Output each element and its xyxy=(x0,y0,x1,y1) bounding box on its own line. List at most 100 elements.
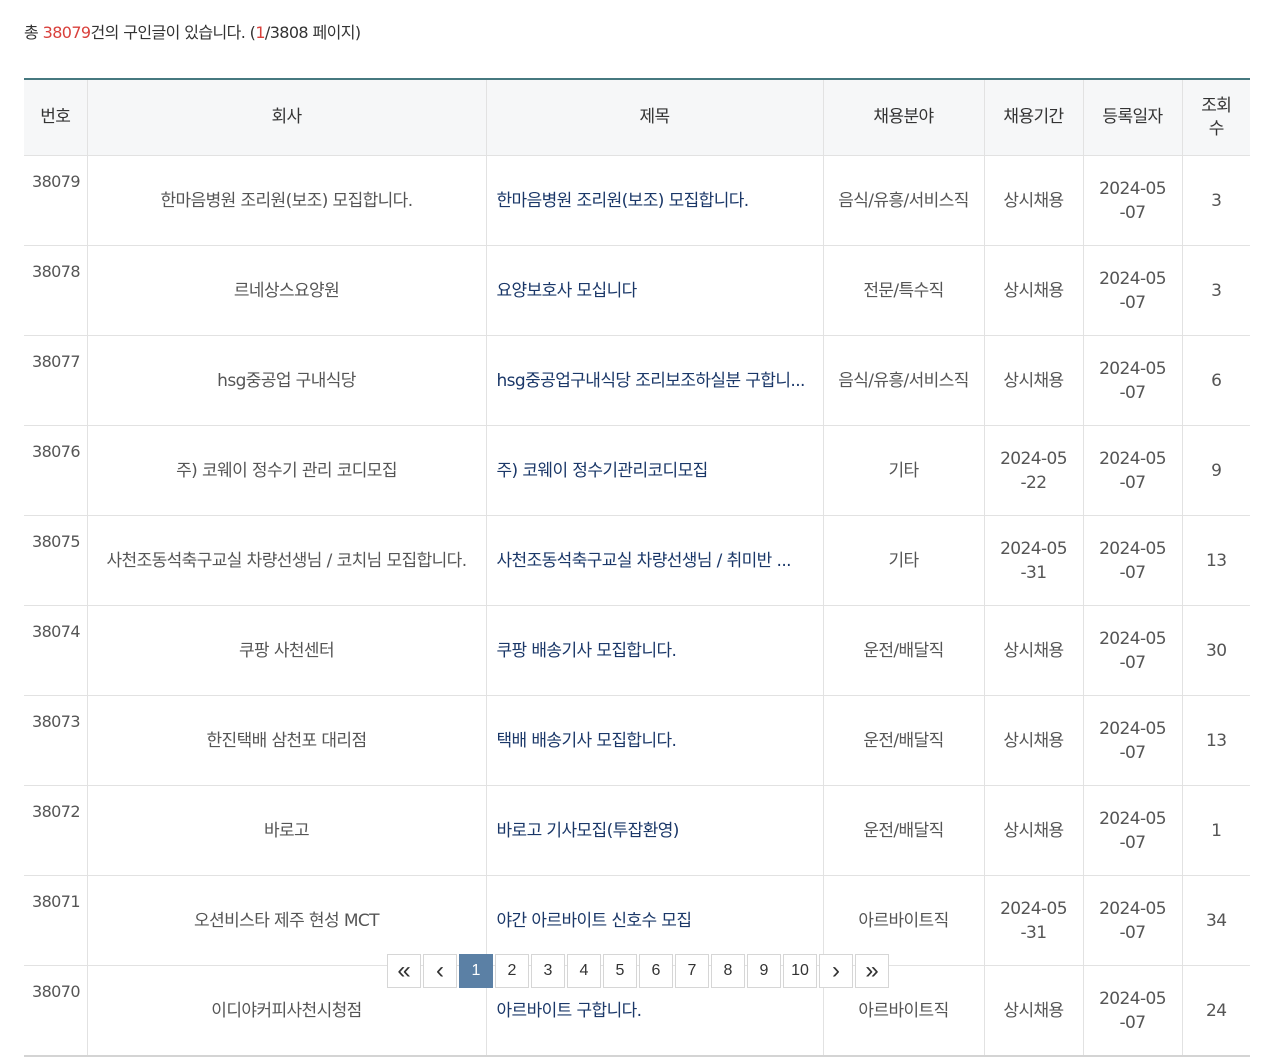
registered-date: 2024-05-07 xyxy=(1099,628,1166,673)
row-field: 운전/배달직 xyxy=(822,605,984,696)
company-name: hsg중공업 구내식당 xyxy=(217,370,356,391)
posting-title-link[interactable]: 야간 아르바이트 신호수 모집 xyxy=(497,909,815,933)
total-count: 38079 xyxy=(42,23,92,42)
row-number: 38076 xyxy=(24,425,87,516)
table-row: 38073 한진택배 삼천포 대리점 택배 배송기사 모집합니다. 운전/배달직… xyxy=(24,695,1250,786)
job-field: 운전/배달직 xyxy=(863,820,944,841)
job-field: 운전/배달직 xyxy=(863,640,944,661)
row-views: 13 xyxy=(1181,515,1250,606)
row-views: 30 xyxy=(1181,605,1250,696)
row-title: 한마음병원 조리원(보조) 모집합니다. xyxy=(485,155,823,246)
first-page-button[interactable]: « xyxy=(387,954,421,988)
page-button-4[interactable]: 4 xyxy=(567,954,601,988)
header-field: 채용분야 xyxy=(822,79,984,156)
hiring-period: 2024-05-22 xyxy=(1000,448,1067,493)
row-company: 쿠팡 사천센터 xyxy=(86,605,486,696)
row-views: 34 xyxy=(1181,875,1250,966)
company-name: 이디야커피사천시청점 xyxy=(211,1000,362,1021)
hiring-period: 상시채용 xyxy=(1003,1000,1064,1021)
page-button-7[interactable]: 7 xyxy=(675,954,709,988)
posting-title-link[interactable]: 사천조동석축구교실 차량선생님 / 취미반 ... xyxy=(497,549,815,573)
result-summary: 총 38079건의 구인글이 있습니다. (1/3808 페이지) xyxy=(24,20,361,46)
row-company: 바로고 xyxy=(86,785,486,876)
row-views: 1 xyxy=(1181,785,1250,876)
posting-title-link[interactable]: 택배 배송기사 모집합니다. xyxy=(497,729,815,753)
prev-page-button[interactable]: ‹ xyxy=(423,954,457,988)
last-page-button[interactable]: » xyxy=(855,954,889,988)
row-period: 2024-05-31 xyxy=(983,515,1083,606)
company-name: 한진택배 삼천포 대리점 xyxy=(206,730,367,751)
table-row: 38075 사천조동석축구교실 차량선생님 / 코치님 모집합니다. 사천조동석… xyxy=(24,515,1250,606)
row-number: 38072 xyxy=(24,785,87,876)
page-button-3[interactable]: 3 xyxy=(531,954,565,988)
row-period: 상시채용 xyxy=(983,605,1083,696)
row-title: 바로고 기사모집(투잡환영) xyxy=(485,785,823,876)
row-company: hsg중공업 구내식당 xyxy=(86,335,486,426)
posting-title-link[interactable]: 아르바이트 구합니다. xyxy=(497,999,815,1023)
pagination: « ‹ 1 2 3 4 5 6 7 8 9 10 › » xyxy=(387,954,891,988)
company-name: 르네상스요양원 xyxy=(233,280,340,301)
row-company: 한마음병원 조리원(보조) 모집합니다. xyxy=(86,155,486,246)
summary-suffix: /3808 페이지) xyxy=(264,23,361,42)
page-button-5[interactable]: 5 xyxy=(603,954,637,988)
page-button-6[interactable]: 6 xyxy=(639,954,673,988)
header-title: 제목 xyxy=(485,79,823,156)
posting-title-link[interactable]: 바로고 기사모집(투잡환영) xyxy=(497,819,815,843)
registered-date: 2024-05-07 xyxy=(1099,358,1166,403)
registered-date: 2024-05-07 xyxy=(1099,898,1166,943)
company-name: 한마음병원 조리원(보조) 모집합니다. xyxy=(160,190,413,211)
page-button-8[interactable]: 8 xyxy=(711,954,745,988)
row-date: 2024-05-07 xyxy=(1082,155,1182,246)
header-views-label: 조회수 xyxy=(1201,95,1232,139)
row-period: 상시채용 xyxy=(983,965,1083,1056)
table-header-row: 번호 회사 제목 채용분야 채용기간 등록일자 조회수 xyxy=(24,79,1250,156)
posting-title-link[interactable]: 쿠팡 배송기사 모집합니다. xyxy=(497,639,815,663)
row-company: 오션비스타 제주 현성 MCT xyxy=(86,875,486,966)
row-number: 38079 xyxy=(24,155,87,246)
company-name: 사천조동석축구교실 차량선생님 / 코치님 모집합니다. xyxy=(106,550,467,571)
hiring-period: 상시채용 xyxy=(1003,190,1064,211)
registered-date: 2024-05-07 xyxy=(1099,988,1166,1033)
row-number: 38074 xyxy=(24,605,87,696)
row-period: 2024-05-31 xyxy=(983,875,1083,966)
row-period: 상시채용 xyxy=(983,335,1083,426)
page-button-1[interactable]: 1 xyxy=(459,954,493,988)
page-button-9[interactable]: 9 xyxy=(747,954,781,988)
row-field: 기타 xyxy=(822,515,984,606)
row-period: 2024-05-22 xyxy=(983,425,1083,516)
company-name: 주) 코웨이 정수기 관리 코디모집 xyxy=(176,460,397,481)
row-date: 2024-05-07 xyxy=(1082,335,1182,426)
posting-title-link[interactable]: 요양보호사 모십니다 xyxy=(497,279,815,303)
posting-title-link[interactable]: 한마음병원 조리원(보조) 모집합니다. xyxy=(497,189,815,213)
header-date: 등록일자 xyxy=(1082,79,1182,156)
row-company: 사천조동석축구교실 차량선생님 / 코치님 모집합니다. xyxy=(86,515,486,606)
table-row: 38078 르네상스요양원 요양보호사 모십니다 전문/특수직 상시채용 202… xyxy=(24,245,1250,336)
row-title: hsg중공업구내식당 조리보조하실분 구합니... xyxy=(485,335,823,426)
company-name: 바로고 xyxy=(263,820,310,841)
next-page-button[interactable]: › xyxy=(819,954,853,988)
row-number: 38073 xyxy=(24,695,87,786)
row-company: 주) 코웨이 정수기 관리 코디모집 xyxy=(86,425,486,516)
hiring-period: 상시채용 xyxy=(1003,640,1064,661)
row-field: 아르바이트직 xyxy=(822,875,984,966)
row-company: 한진택배 삼천포 대리점 xyxy=(86,695,486,786)
registered-date: 2024-05-07 xyxy=(1099,448,1166,493)
row-period: 상시채용 xyxy=(983,695,1083,786)
row-title: 택배 배송기사 모집합니다. xyxy=(485,695,823,786)
page-button-10[interactable]: 10 xyxy=(783,954,817,988)
posting-title-link[interactable]: 주) 코웨이 정수기관리코디모집 xyxy=(497,459,815,483)
row-period: 상시채용 xyxy=(983,785,1083,876)
registered-date: 2024-05-07 xyxy=(1099,178,1166,223)
row-period: 상시채용 xyxy=(983,155,1083,246)
row-number: 38071 xyxy=(24,875,87,966)
header-company: 회사 xyxy=(86,79,486,156)
hiring-period: 상시채용 xyxy=(1003,820,1064,841)
registered-date: 2024-05-07 xyxy=(1099,808,1166,853)
row-title: 쿠팡 배송기사 모집합니다. xyxy=(485,605,823,696)
page-button-2[interactable]: 2 xyxy=(495,954,529,988)
job-field: 운전/배달직 xyxy=(863,730,944,751)
posting-title-link[interactable]: hsg중공업구내식당 조리보조하실분 구합니... xyxy=(497,369,815,393)
summary-prefix: 총 xyxy=(24,23,43,42)
row-title: 요양보호사 모십니다 xyxy=(485,245,823,336)
header-views: 조회수 xyxy=(1181,79,1250,156)
